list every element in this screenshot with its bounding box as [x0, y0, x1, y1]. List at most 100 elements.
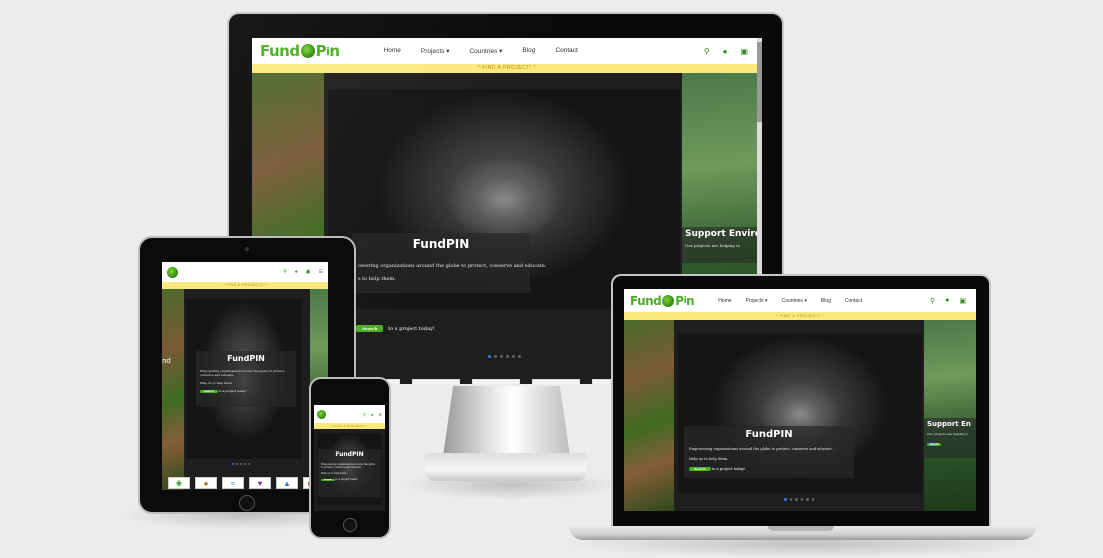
find-project-banner[interactable]: * FIND A PROJECT! *	[162, 282, 328, 289]
project-tile[interactable]	[532, 379, 580, 384]
carousel-indicators	[232, 463, 250, 465]
project-tile[interactable]	[472, 379, 520, 384]
ipad-screen: ⚲ ● ▣ ☰ * FIND A PROJECT! * nd FundPIN E…	[162, 262, 328, 490]
cart-icon[interactable]: ▣	[959, 297, 966, 305]
carousel-dot[interactable]	[248, 463, 250, 465]
nav-projects[interactable]: Projects ▾	[421, 47, 450, 55]
nav-countries[interactable]: Countries ▾	[782, 298, 807, 304]
hero-caption: FundPIN Empowering organizations around …	[318, 449, 381, 497]
user-icon[interactable]: ●	[295, 269, 298, 275]
right-slide-text: Our projects are helping to	[927, 432, 969, 436]
ipad-hero-carousel: nd FundPIN Empowering organizations arou…	[162, 289, 328, 490]
logo-text-n: n	[329, 42, 340, 60]
carousel-dot[interactable]	[512, 355, 515, 358]
logo-text-fund: Fund	[260, 42, 300, 60]
macbook-navbar: Fund Pin Home Projects ▾ Countries ▾ Blo…	[624, 289, 976, 312]
hero-search-button[interactable]: Search	[321, 479, 335, 481]
macbook-notch	[768, 526, 834, 531]
carousel-dot[interactable]	[506, 355, 509, 358]
hero-text-1: Empowering organizations around the glob…	[321, 463, 376, 469]
hero-caption: FundPIN Empowering organizations around …	[196, 351, 296, 407]
find-project-banner[interactable]: * FIND A PROJECT! *	[624, 312, 976, 320]
carousel-slide-left[interactable]	[624, 320, 674, 511]
graduation-icon[interactable]: ▲	[276, 477, 298, 489]
hero-text-2: Help us to help them.	[200, 381, 233, 385]
carousel-dot[interactable]	[811, 498, 814, 501]
nav-home[interactable]: Home	[384, 47, 401, 55]
menu-icon[interactable]: ☰	[319, 269, 323, 275]
cart-icon[interactable]: ▣	[306, 269, 311, 275]
search-icon[interactable]: ⚲	[363, 412, 366, 417]
user-icon[interactable]: ●	[371, 412, 373, 417]
leaf-icon[interactable]: ❀	[168, 477, 190, 489]
logo-text-fund: Fund	[630, 293, 662, 308]
logo-text-p: P	[315, 42, 327, 60]
ipad-nav-icons: ⚲ ● ▣ ☰	[283, 269, 323, 275]
hero-search-button[interactable]: Search	[689, 467, 711, 471]
nav-home[interactable]: Home	[718, 298, 731, 304]
iphone-nav-icons: ⚲ ● ☰	[363, 412, 382, 417]
carousel-dot[interactable]	[806, 498, 809, 501]
hero-cta-row: Search to a project today!	[200, 389, 292, 393]
carousel-dot[interactable]	[232, 463, 234, 465]
imac-navbar: Fund Pin Home Projects ▾ Countries ▾ Blo…	[252, 38, 762, 64]
paw-icon[interactable]: ●	[195, 477, 217, 489]
ipad-navbar: ⚲ ● ▣ ☰	[162, 262, 328, 282]
right-slide-search-button[interactable]: Search	[927, 443, 942, 446]
carousel-dot[interactable]	[488, 355, 491, 358]
carousel-dot[interactable]	[518, 355, 521, 358]
ipad-home-button	[239, 495, 255, 511]
nav-contact[interactable]: Contact	[555, 47, 577, 55]
carousel-slide-right[interactable]	[924, 320, 976, 511]
carousel-dot[interactable]	[784, 498, 787, 501]
hero-title: FundPIN	[335, 451, 364, 458]
search-icon[interactable]: ⚲	[283, 269, 287, 275]
carousel-dot[interactable]	[795, 498, 798, 501]
carousel-dot[interactable]	[236, 463, 238, 465]
hero-cta-row: Search to a project today!	[321, 478, 378, 481]
heart-icon[interactable]: ♥	[249, 477, 271, 489]
nav-contact[interactable]: Contact	[845, 298, 862, 304]
hero-text-1: owering organizations around the globe t…	[358, 263, 547, 269]
carousel-dot[interactable]	[244, 463, 246, 465]
carousel-dot[interactable]	[494, 355, 497, 358]
project-tile[interactable]	[412, 379, 460, 384]
globe-logo-icon	[300, 44, 315, 58]
menu-icon[interactable]: ☰	[378, 412, 382, 417]
imac-stand-base	[425, 453, 587, 481]
nav-countries[interactable]: Countries ▾	[469, 47, 502, 55]
hero-search-button[interactable]: Search	[200, 390, 218, 393]
globe-logo-icon[interactable]	[167, 266, 178, 278]
right-slide-text: Our projects are helping to	[685, 243, 741, 248]
hero-text-2: s to help them.	[358, 276, 396, 282]
left-slide-title: nd	[162, 357, 171, 365]
right-slide-cta: Search	[927, 442, 973, 446]
search-icon[interactable]: ⚲	[930, 297, 935, 305]
hero-search-button[interactable]: Search	[356, 325, 384, 332]
iphone-hero-carousel: FundPIN Empowering organizations around …	[314, 429, 385, 511]
right-slide-caption: Support En Our projects are helping to S…	[924, 418, 976, 458]
nav-blog[interactable]: Blog	[821, 298, 831, 304]
search-icon[interactable]: ⚲	[704, 47, 710, 56]
iphone-home-button	[343, 518, 357, 532]
carousel-dot[interactable]	[789, 498, 792, 501]
nav-projects[interactable]: Projects ▾	[746, 298, 768, 304]
hero-text-2: Help us to help them.	[689, 457, 729, 461]
globe-logo-icon	[662, 294, 675, 307]
carousel-dot[interactable]	[500, 355, 503, 358]
macbook-screen: Fund Pin Home Projects ▾ Countries ▾ Blo…	[624, 289, 976, 511]
find-project-banner[interactable]: * FIND A PROJECT! *	[252, 64, 762, 73]
carousel-dot[interactable]	[240, 463, 242, 465]
site-logo[interactable]: Fund Pin	[630, 293, 695, 308]
globe-logo-icon[interactable]	[317, 409, 326, 419]
iphone-navbar: ⚲ ● ☰	[314, 405, 385, 423]
carousel-dot[interactable]	[800, 498, 803, 501]
site-logo[interactable]: Fund Pin	[260, 42, 340, 60]
water-icon[interactable]: ≈	[222, 477, 244, 489]
nav-blog[interactable]: Blog	[522, 47, 535, 55]
imac-project-tiles	[352, 379, 640, 384]
cart-icon[interactable]: ▣	[740, 47, 748, 56]
user-icon[interactable]: ●	[945, 297, 949, 305]
carousel-slide-left[interactable]	[162, 289, 184, 490]
user-icon[interactable]: ●	[723, 47, 728, 56]
